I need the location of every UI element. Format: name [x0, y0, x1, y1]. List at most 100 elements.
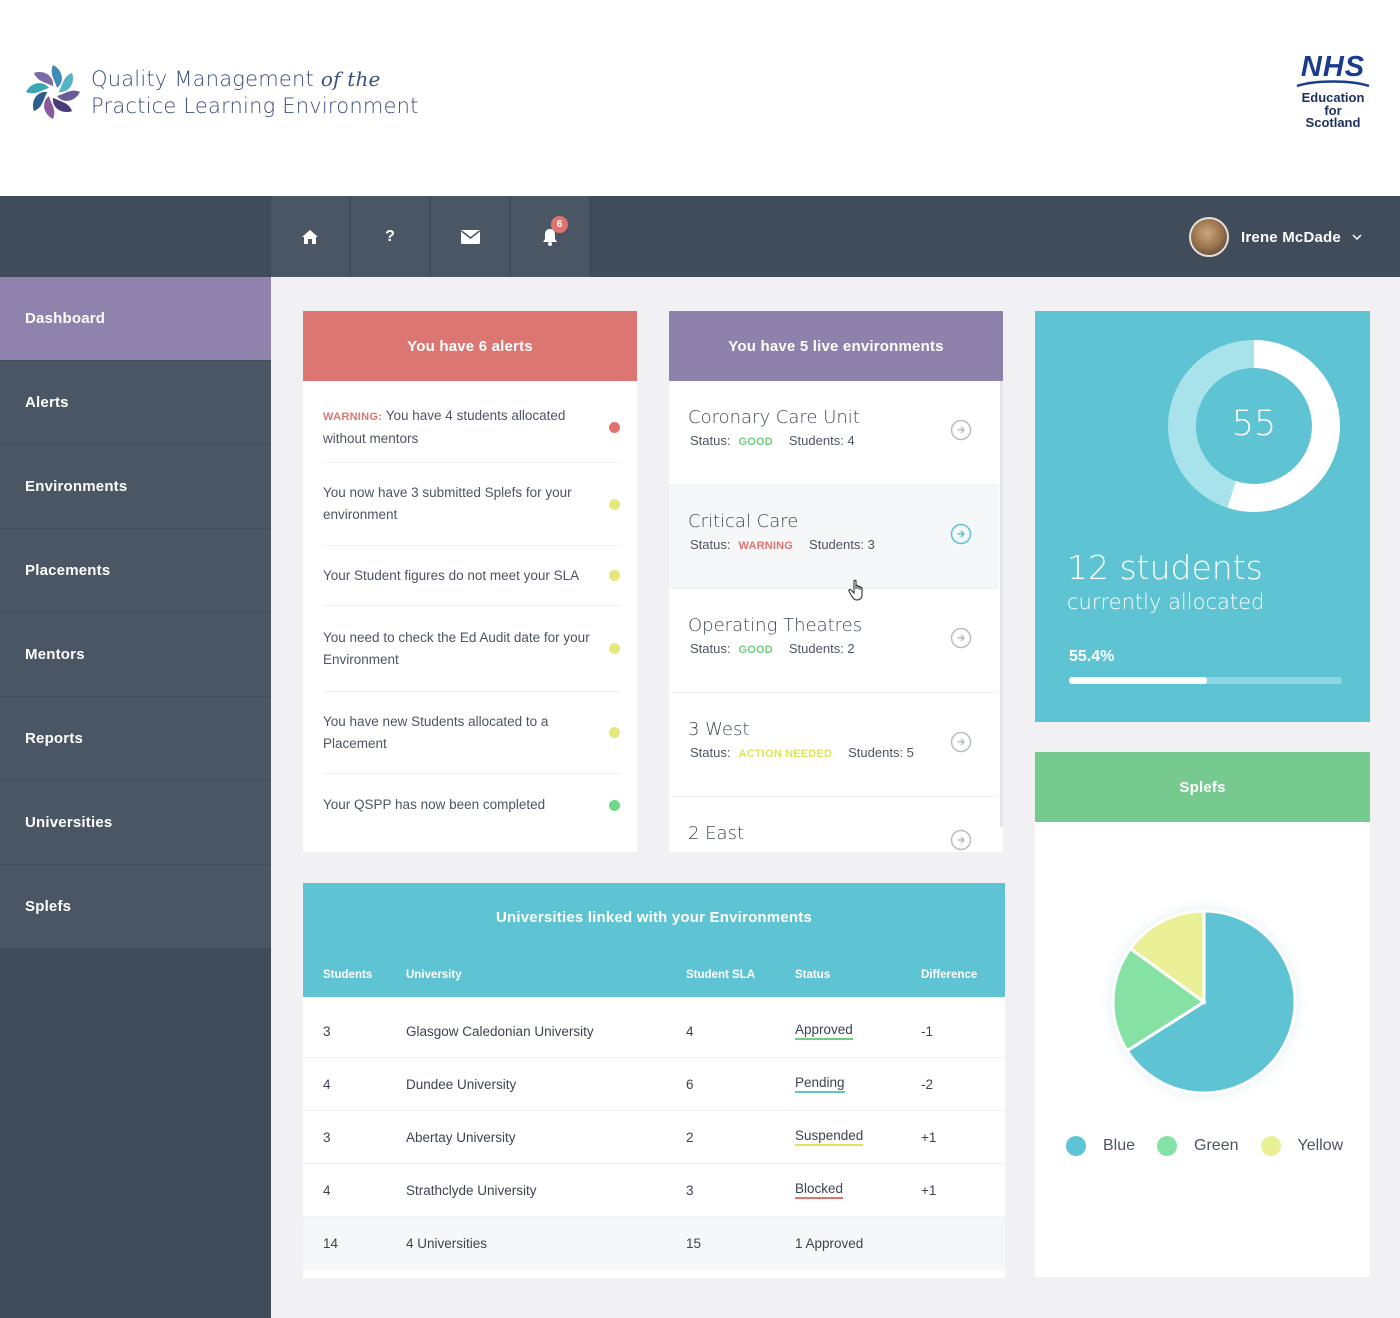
table-cell-sla: 3: [686, 1164, 694, 1217]
universities-title: Universities linked with your Environmen…: [496, 909, 812, 926]
cell-value: 1 Approved: [795, 1236, 864, 1251]
table-cell-students: 4: [323, 1058, 331, 1111]
environment-row[interactable]: 3 West Status: ACTION NEEDED Students: 5: [669, 693, 999, 797]
column-header-university: University: [406, 969, 462, 981]
alert-item[interactable]: You now have 3 submitted Splefs for your…: [323, 463, 621, 546]
alert-message: You need to check the Ed Audit date for …: [323, 629, 590, 667]
sidebar-item-placements[interactable]: Placements: [0, 529, 271, 613]
alert-item[interactable]: Your Student figures do not meet your SL…: [323, 546, 621, 606]
alert-warning-label: WARNING:: [323, 411, 383, 423]
alert-dot: [609, 570, 620, 581]
sidebar-item-splefs[interactable]: Splefs: [0, 865, 271, 949]
environment-students: Students: 3: [809, 537, 875, 552]
arrow-right-circle-icon[interactable]: [950, 829, 972, 851]
environment-status: GOOD: [738, 644, 773, 656]
arrow-right-circle-icon[interactable]: [950, 523, 972, 545]
cell-value: 4: [686, 1024, 694, 1039]
arrow-right-circle-icon[interactable]: [950, 627, 972, 649]
alert-item[interactable]: WARNING: You have 4 students allocated w…: [323, 393, 621, 463]
environment-status: WARNING: [738, 540, 794, 552]
table-cell-difference: -1: [921, 1005, 933, 1058]
progress-fill: [1069, 677, 1207, 684]
donut-value: 55: [1231, 404, 1277, 444]
alert-dot: [609, 498, 620, 510]
legend-label: Yellow: [1297, 1137, 1344, 1154]
home-icon: [302, 229, 318, 244]
column-header-difference: Difference: [921, 969, 978, 981]
legend-item-yellow: Yellow: [1260, 1136, 1344, 1156]
nhs-logo-text: NHS: [1300, 51, 1366, 83]
status-label: Status:: [690, 537, 731, 552]
alert-dot: [609, 643, 620, 654]
environment-row[interactable]: Critical Care Status: WARNING Students: 3: [669, 485, 999, 589]
environment-name: Operating Theatres: [688, 615, 863, 636]
students-count: 12 students: [1067, 548, 1263, 587]
nhs-sub-line: Scotland: [1305, 115, 1361, 130]
table-cell-status: Pending: [795, 1058, 845, 1111]
table-header: Universities linked with your Environmen…: [303, 883, 1005, 997]
environments-title: You have 5 live environments: [669, 311, 1003, 381]
app-title-of-the: of the: [320, 67, 381, 91]
alert-item[interactable]: You have new Students allocated to a Pla…: [323, 692, 621, 774]
cell-value: 3: [323, 1024, 331, 1039]
page-header: Quality Management of the Practice Learn…: [0, 0, 1400, 196]
scrollbar[interactable]: [1000, 381, 1003, 827]
cell-value: 3: [323, 1130, 331, 1145]
status-link[interactable]: Approved: [795, 1022, 853, 1040]
help-button[interactable]: ?: [351, 196, 429, 277]
cell-value: -1: [921, 1024, 934, 1039]
nhs-logo-subtitle: Education for Scotland: [1294, 91, 1372, 130]
sidebar-item-dashboard[interactable]: Dashboard: [0, 277, 271, 361]
cell-value: 14: [323, 1236, 339, 1251]
table-cell-sla: 6: [686, 1058, 694, 1111]
environment-row[interactable]: Operating Theatres Status: GOOD Students: 2: [669, 589, 999, 693]
table-cell-university: Dundee University: [406, 1058, 516, 1111]
sidebar-item-mentors[interactable]: Mentors: [0, 613, 271, 697]
home-button[interactable]: [271, 196, 349, 277]
table-cell-sla: 2: [686, 1111, 694, 1164]
environment-meta: Status: ACTION NEEDED Students: 5: [690, 745, 914, 760]
environment-row[interactable]: Coronary Care Unit Status: GOOD Students: 4: [669, 381, 999, 485]
user-menu[interactable]: Irene McDade: [1189, 216, 1362, 258]
table-row: 4 Dundee University 6 Pending -2: [303, 1058, 1005, 1111]
sidebar-item-universities[interactable]: Universities: [0, 781, 271, 865]
cell-value: 15: [686, 1236, 702, 1251]
sidebar-item-environments[interactable]: Environments: [0, 445, 271, 529]
environment-students: Students: 2: [788, 641, 855, 656]
table-cell-difference: -2: [921, 1058, 933, 1111]
messages-button[interactable]: [431, 196, 509, 277]
cell-value: Strathclyde University: [406, 1183, 537, 1198]
notification-badge: 6: [551, 216, 568, 233]
alert-item[interactable]: You need to check the Ed Audit date for …: [323, 606, 621, 692]
status-label: Status:: [690, 745, 731, 760]
table-cell-students: 3: [323, 1111, 331, 1164]
table-row: 4 Strathclyde University 3 Blocked +1: [303, 1164, 1005, 1217]
environment-row[interactable]: 2 East: [669, 797, 999, 852]
notifications-button[interactable]: 6: [511, 196, 589, 277]
table-cell-difference: +1: [921, 1111, 936, 1164]
students-subtitle: currently allocated: [1067, 590, 1265, 614]
qm-logo-icon: [26, 65, 80, 119]
help-icon: ?: [385, 227, 395, 245]
alert-message: You have new Students allocated to a Pla…: [323, 713, 549, 751]
arrow-right-circle-icon[interactable]: [950, 731, 972, 753]
sidebar: Dashboard Alerts Environments Placements…: [0, 277, 271, 1318]
cell-value: 6: [686, 1077, 694, 1092]
table-row: 3 Abertay University 2 Suspended +1: [303, 1111, 1005, 1164]
table-cell-difference: +1: [921, 1164, 936, 1217]
status-link[interactable]: Pending: [795, 1075, 845, 1093]
alert-item[interactable]: Your QSPP has now been completed: [323, 774, 621, 836]
legend-label: Green: [1194, 1137, 1239, 1154]
arrow-right-circle-icon[interactable]: [950, 419, 972, 441]
environment-status: GOOD: [738, 436, 773, 448]
status-link[interactable]: Blocked: [795, 1181, 844, 1199]
status-label: Status:: [690, 433, 731, 448]
sidebar-item-alerts[interactable]: Alerts: [0, 361, 271, 445]
sidebar-item-reports[interactable]: Reports: [0, 697, 271, 781]
table-total-row: 14 4 Universities 15 1 Approved: [303, 1217, 1005, 1270]
app-title-line2: Practice Learning Environment: [91, 94, 419, 118]
nhs-logo: NHS Education for Scotland: [1294, 52, 1372, 130]
cell-value: +1: [921, 1183, 937, 1198]
legend-item-blue: Blue: [1066, 1136, 1135, 1156]
status-link[interactable]: Suspended: [795, 1128, 864, 1146]
